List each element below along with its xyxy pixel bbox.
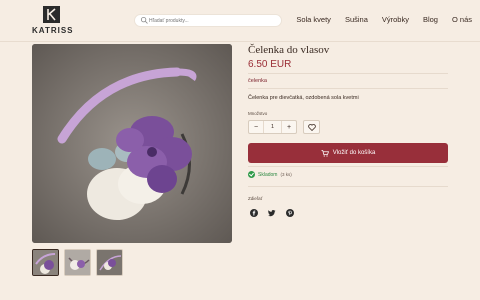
share-label: Zdieľať bbox=[248, 196, 263, 201]
site-header: KATRISS Sola kvety Sušina Výrobky Blog O… bbox=[0, 0, 480, 42]
nav-item-sola-kvety[interactable]: Sola kvety bbox=[296, 15, 331, 24]
quantity-stepper: − 1 + bbox=[248, 120, 297, 134]
share-buttons bbox=[250, 209, 294, 217]
stock-count: (3 ks) bbox=[280, 172, 292, 177]
thumbnail-image bbox=[97, 250, 122, 275]
twitter-icon[interactable] bbox=[268, 209, 276, 217]
product-title: Čelenka do vlasov bbox=[248, 44, 330, 56]
search-box[interactable] bbox=[134, 14, 282, 27]
check-circle-icon bbox=[248, 171, 255, 178]
divider bbox=[248, 186, 448, 187]
thumbnail-strip bbox=[32, 249, 123, 276]
quantity-increment-button[interactable]: + bbox=[282, 124, 296, 131]
heart-icon bbox=[307, 123, 316, 131]
nav-item-blog[interactable]: Blog bbox=[423, 15, 438, 24]
wishlist-button[interactable] bbox=[303, 120, 320, 134]
stock-status: Skladom (3 ks) bbox=[248, 171, 292, 178]
quantity-decrement-button[interactable]: − bbox=[249, 124, 263, 131]
divider bbox=[248, 73, 448, 74]
thumbnail-3[interactable] bbox=[96, 249, 123, 276]
thumbnail-image bbox=[33, 250, 58, 275]
logo-text: KATRISS bbox=[32, 26, 74, 35]
logo-mark-icon bbox=[43, 6, 60, 23]
facebook-icon[interactable] bbox=[250, 209, 258, 217]
add-to-cart-label: Vložiť do košíka bbox=[332, 150, 376, 156]
product-main-image[interactable] bbox=[32, 44, 232, 243]
search-input[interactable] bbox=[149, 16, 277, 26]
divider bbox=[248, 166, 448, 167]
product-category-link[interactable]: čelenka bbox=[248, 78, 267, 84]
pinterest-icon[interactable] bbox=[286, 209, 294, 217]
nav-item-susina[interactable]: Sušina bbox=[345, 15, 368, 24]
quantity-label: Množstvo bbox=[248, 111, 268, 116]
search-icon bbox=[140, 16, 148, 24]
product-description: Čelenka pre dievčatká, ozdobená sola kve… bbox=[248, 95, 359, 101]
product-price: 6.50 EUR bbox=[248, 59, 292, 70]
logo[interactable]: KATRISS bbox=[32, 6, 74, 38]
product-photo bbox=[32, 44, 232, 243]
add-to-cart-button[interactable]: Vložiť do košíka bbox=[248, 143, 448, 163]
nav-item-vyrobky[interactable]: Výrobky bbox=[382, 15, 409, 24]
cart-icon bbox=[321, 149, 329, 157]
quantity-input[interactable]: 1 bbox=[263, 121, 282, 133]
divider bbox=[248, 88, 448, 89]
thumbnail-1[interactable] bbox=[32, 249, 59, 276]
thumbnail-2[interactable] bbox=[64, 249, 91, 276]
nav-item-o-nas[interactable]: O nás bbox=[452, 15, 472, 24]
main-nav: Sola kvety Sušina Výrobky Blog O nás bbox=[282, 15, 472, 24]
thumbnail-image bbox=[65, 250, 90, 275]
stock-status-text: Skladom bbox=[258, 171, 278, 178]
